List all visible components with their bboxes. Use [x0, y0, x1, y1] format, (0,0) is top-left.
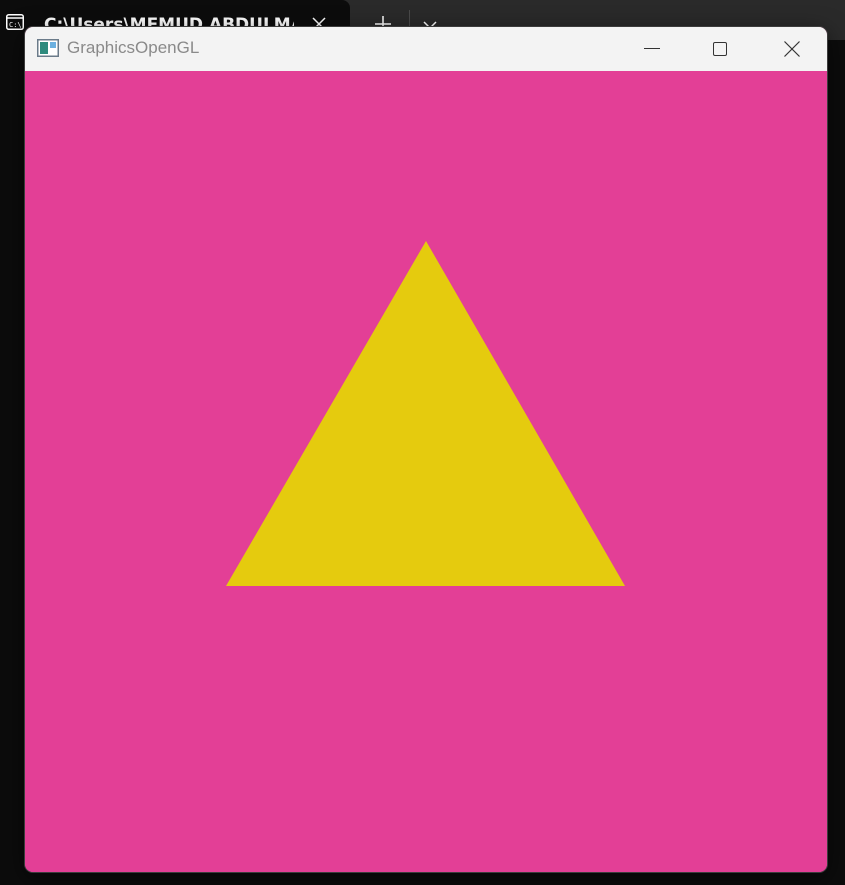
app-window: GraphicsOpenGL [25, 27, 827, 872]
maximize-icon [713, 42, 727, 56]
svg-text:C:\: C:\ [9, 21, 22, 29]
minimize-button[interactable] [617, 27, 687, 71]
command-prompt-icon: C:\ [6, 14, 24, 30]
application-window-icon [37, 39, 59, 57]
opengl-viewport[interactable] [25, 71, 827, 872]
window-title: GraphicsOpenGL [67, 38, 200, 57]
close-icon [784, 41, 800, 57]
maximize-button[interactable] [685, 27, 755, 71]
close-button[interactable] [757, 27, 827, 71]
window-titlebar[interactable]: GraphicsOpenGL [25, 27, 827, 71]
yellow-triangle [226, 241, 625, 586]
opengl-canvas [226, 241, 625, 586]
minimize-icon [644, 48, 660, 49]
